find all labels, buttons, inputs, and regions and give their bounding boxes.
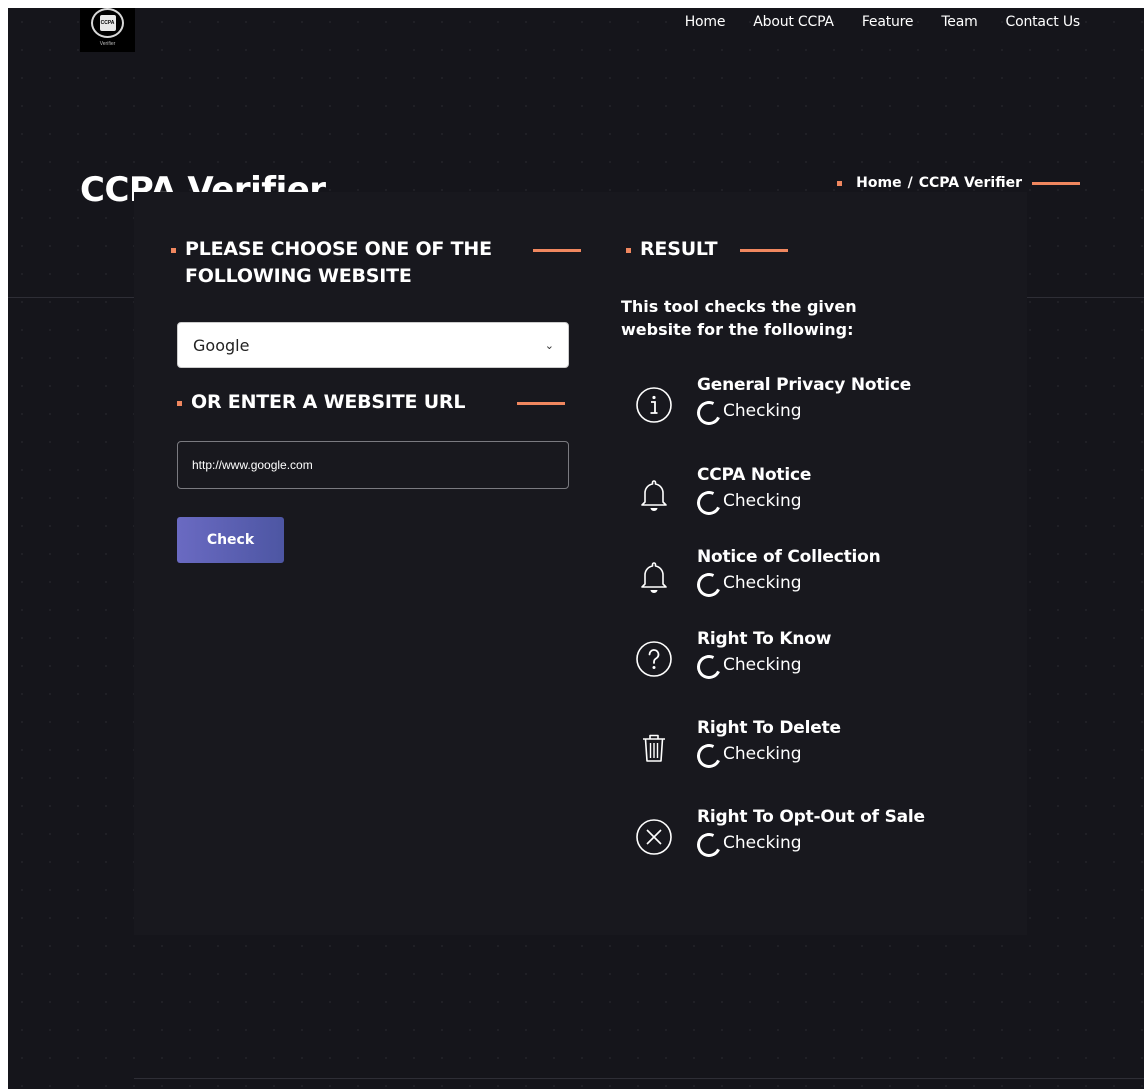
heading-line: [740, 249, 788, 252]
logo-caption: Verifier: [99, 41, 116, 47]
check-item-general-privacy-notice: General Privacy Notice Checking: [631, 375, 991, 445]
check-item-right-to-delete: Right To Delete Checking: [631, 718, 991, 788]
check-item-ccpa-notice: CCPA Notice Checking: [631, 465, 991, 535]
footer-divider: [134, 1078, 1144, 1079]
nav-team[interactable]: Team: [941, 14, 977, 30]
check-item-status: Checking: [693, 487, 802, 519]
check-item-status-text: Checking: [723, 573, 802, 593]
check-item-status-text: Checking: [723, 833, 802, 853]
check-item-title: Right To Know: [697, 629, 832, 649]
spinner-icon: [693, 740, 725, 772]
page: CCPA Verifier Home About CCPA Feature Te…: [8, 8, 1144, 1089]
info-icon: [631, 382, 677, 428]
check-item-status-text: Checking: [723, 491, 802, 511]
check-item-status: Checking: [693, 740, 802, 772]
check-item-status-text: Checking: [723, 744, 802, 764]
check-item-right-to-opt-out-of-sale: Right To Opt-Out of Sale Checking: [631, 807, 991, 877]
main-nav: Home About CCPA Feature Team Contact Us: [685, 14, 1080, 30]
breadcrumb-current: CCPA Verifier: [918, 175, 1022, 191]
bell-icon: [631, 472, 677, 518]
result-heading-text: RESULT: [640, 238, 718, 260]
heading-marker: [171, 248, 176, 253]
nav-home[interactable]: Home: [685, 14, 726, 30]
heading-line: [533, 249, 581, 252]
choose-website-heading-text: PLEASE CHOOSE ONE OF THE FOLLOWING WEBSI…: [185, 238, 492, 287]
check-item-right-to-know: Right To Know Checking: [631, 629, 991, 699]
nav-about-ccpa[interactable]: About CCPA: [753, 14, 834, 30]
breadcrumb-marker: [837, 180, 843, 186]
heading-marker: [626, 248, 631, 253]
verifier-card: PLEASE CHOOSE ONE OF THE FOLLOWING WEBSI…: [134, 192, 1027, 935]
heading-marker: [177, 401, 182, 406]
url-heading-text: OR ENTER A WEBSITE URL: [191, 391, 466, 413]
spinner-icon: [693, 569, 725, 601]
check-item-status-text: Checking: [723, 401, 802, 421]
check-item-title: Right To Delete: [697, 718, 841, 738]
website-select[interactable]: Google ⌄: [177, 322, 569, 368]
bell-icon: [631, 554, 677, 600]
close-circle-icon: [631, 814, 677, 860]
spinner-icon: [693, 487, 725, 519]
logo[interactable]: CCPA Verifier: [80, 8, 135, 52]
check-item-status-text: Checking: [723, 655, 802, 675]
check-item-status: Checking: [693, 829, 802, 861]
lock-icon: CCPA: [91, 8, 124, 38]
question-icon: [631, 636, 677, 682]
check-item-status: Checking: [693, 397, 802, 429]
breadcrumb-line: [1032, 181, 1080, 185]
logo-badge: CCPA: [99, 15, 116, 31]
check-item-notice-of-collection: Notice of Collection Checking: [631, 547, 991, 617]
breadcrumb-home[interactable]: Home: [856, 175, 901, 191]
check-button[interactable]: Check: [177, 517, 284, 563]
chevron-down-icon: ⌄: [544, 338, 554, 352]
check-item-title: General Privacy Notice: [697, 375, 912, 395]
check-item-title: Notice of Collection: [697, 547, 881, 567]
check-item-title: CCPA Notice: [697, 465, 812, 485]
spinner-icon: [693, 829, 725, 861]
check-item-status: Checking: [693, 569, 802, 601]
spinner-icon: [693, 397, 725, 429]
nav-contact-us[interactable]: Contact Us: [1006, 14, 1081, 30]
nav-feature[interactable]: Feature: [862, 14, 914, 30]
result-intro: This tool checks the given website for t…: [621, 297, 857, 339]
url-heading: OR ENTER A WEBSITE URL: [177, 389, 571, 416]
check-item-title: Right To Opt-Out of Sale: [697, 807, 925, 827]
breadcrumb-separator: /: [907, 175, 913, 191]
spinner-icon: [693, 651, 725, 683]
heading-line: [517, 402, 565, 405]
check-item-status: Checking: [693, 651, 802, 683]
breadcrumb: Home / CCPA Verifier: [837, 175, 1080, 191]
website-url-input[interactable]: [177, 441, 569, 489]
trash-icon: [631, 725, 677, 771]
result-heading: RESULT: [626, 236, 840, 263]
choose-website-heading: PLEASE CHOOSE ONE OF THE FOLLOWING WEBSI…: [171, 236, 585, 290]
website-select-value: Google: [193, 335, 250, 355]
